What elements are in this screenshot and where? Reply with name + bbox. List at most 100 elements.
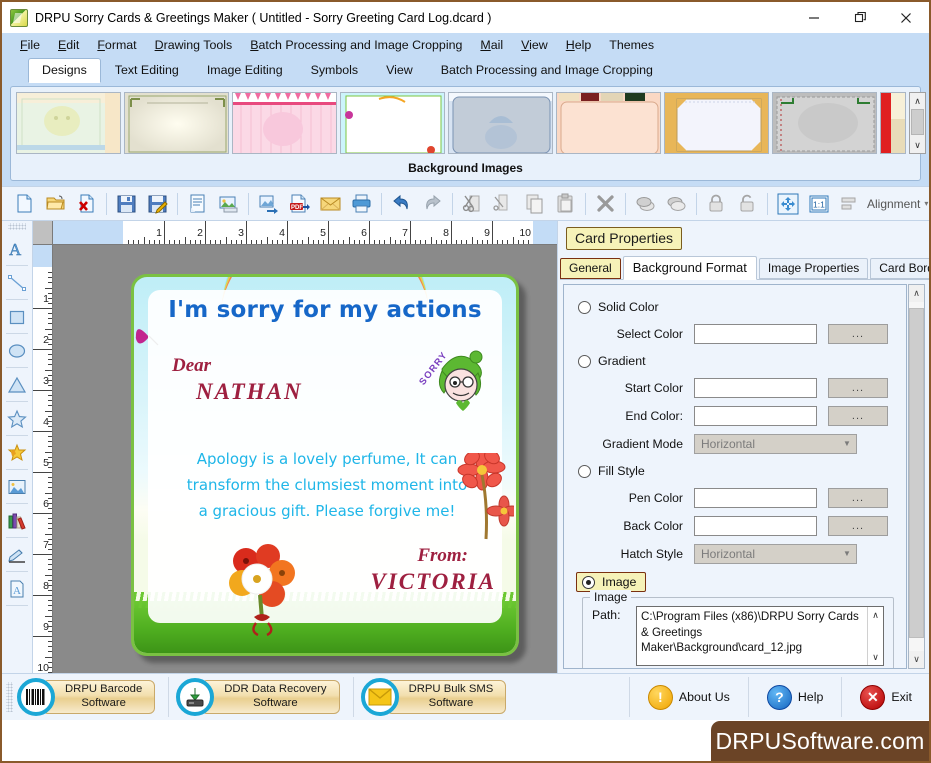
gradient-mode-select[interactable]: Horizontal ▼ xyxy=(694,433,857,454)
path-scroll-down-icon[interactable]: ∨ xyxy=(872,651,879,663)
copy-icon[interactable] xyxy=(519,189,550,219)
solid-color-option-row[interactable]: Solid Color xyxy=(564,295,906,319)
triangle-tool[interactable] xyxy=(4,369,31,400)
new-icon[interactable] xyxy=(9,189,40,219)
menu-view[interactable]: View xyxy=(512,36,557,54)
tab-background-format[interactable]: Background Format xyxy=(622,256,757,280)
properties-scroll-up-icon[interactable]: ∧ xyxy=(909,285,924,302)
save-icon[interactable] xyxy=(111,189,142,219)
solid-color-radio[interactable] xyxy=(578,300,591,314)
export-pdf-icon[interactable]: PDF xyxy=(284,189,315,219)
close-document-icon[interactable] xyxy=(71,189,102,219)
properties-scroll-thumb[interactable] xyxy=(909,308,924,638)
save-as-icon[interactable] xyxy=(142,189,173,219)
gallery-scroll-track[interactable] xyxy=(910,109,925,137)
menu-mail[interactable]: Mail xyxy=(471,36,512,54)
menu-format[interactable]: Format xyxy=(88,36,145,54)
bottom-bar-grip[interactable] xyxy=(6,682,13,712)
promo-drpu-bulk-sms[interactable]: DRPU Bulk SMS Software xyxy=(360,677,507,717)
promo-ddr-plate[interactable]: DDR Data Recovery Software xyxy=(201,680,340,714)
tab-image-editing[interactable]: Image Editing xyxy=(193,58,297,82)
greeting-card[interactable]: I'm sorry for my actions Dear NATHAN SOR… xyxy=(131,274,519,656)
promo-ddr-data-recovery[interactable]: DDR Data Recovery Software xyxy=(176,677,340,717)
properties-scroll-down-icon[interactable]: ∨ xyxy=(909,651,924,668)
properties-scroll-track[interactable] xyxy=(909,302,924,651)
background-thumb-8[interactable] xyxy=(772,92,877,154)
redo-icon[interactable] xyxy=(417,189,448,219)
tab-symbols[interactable]: Symbols xyxy=(297,58,373,82)
watermark-tool[interactable]: A xyxy=(4,573,31,604)
rectangle-tool[interactable] xyxy=(4,301,31,332)
shapes-tool[interactable] xyxy=(4,437,31,468)
ellipse-tool[interactable] xyxy=(4,335,31,366)
fill-style-option-row[interactable]: Fill Style xyxy=(564,459,906,483)
background-thumb-6[interactable] xyxy=(556,92,661,154)
export-card-icon[interactable] xyxy=(253,189,284,219)
gallery-scroll-up-icon[interactable]: ∧ xyxy=(910,93,925,109)
card-dear-label[interactable]: Dear xyxy=(172,355,211,377)
cut-object-icon[interactable] xyxy=(488,189,519,219)
tab-batch-processing[interactable]: Batch Processing and Image Cropping xyxy=(427,58,667,82)
background-thumb-9[interactable] xyxy=(880,92,906,154)
image-radio[interactable] xyxy=(582,575,595,589)
maximize-restore-icon[interactable] xyxy=(837,2,883,33)
pen-color-browse-button[interactable]: ... xyxy=(828,487,888,508)
menu-help[interactable]: Help xyxy=(557,36,601,54)
tool-palette-grip[interactable] xyxy=(8,223,26,230)
menu-edit[interactable]: Edit xyxy=(49,36,88,54)
back-color-input[interactable] xyxy=(694,515,817,536)
tab-designs[interactable]: Designs xyxy=(28,58,101,83)
bring-to-front-icon[interactable] xyxy=(630,189,661,219)
library-tool[interactable] xyxy=(4,505,31,536)
exit-button[interactable]: ✕ Exit xyxy=(849,677,923,717)
undo-icon[interactable] xyxy=(386,189,417,219)
tab-text-editing[interactable]: Text Editing xyxy=(101,58,193,82)
gradient-radio[interactable] xyxy=(578,354,591,368)
tab-card-border[interactable]: Card Border xyxy=(870,258,929,279)
background-thumb-4[interactable] xyxy=(340,92,445,154)
back-color-browse-button[interactable]: ... xyxy=(828,515,888,536)
promo-sms-plate[interactable]: DRPU Bulk SMS Software xyxy=(385,680,507,714)
card-title-text[interactable]: I'm sorry for my actions xyxy=(134,297,516,323)
chevron-down-icon[interactable]: ▾ xyxy=(924,199,928,208)
hatch-style-select[interactable]: Horizontal ▼ xyxy=(694,543,857,564)
help-button[interactable]: ? Help xyxy=(756,677,834,717)
background-thumb-3[interactable] xyxy=(232,92,337,154)
menu-drawing-tools[interactable]: Drawing Tools xyxy=(146,36,242,54)
unlock-icon[interactable] xyxy=(732,189,763,219)
background-thumb-1[interactable] xyxy=(16,92,121,154)
paste-icon[interactable] xyxy=(550,189,581,219)
gallery-scroll-down-icon[interactable]: ∨ xyxy=(910,137,925,153)
image-path-input[interactable]: C:\Program Files (x86)\DRPU Sorry Cards … xyxy=(636,606,884,666)
vertical-ruler[interactable]: 1 2 3 4 5 6 7 8 9 10 xyxy=(33,245,53,673)
export-text-icon[interactable] xyxy=(182,189,213,219)
lock-icon[interactable] xyxy=(701,189,732,219)
image-path-scrollbar[interactable]: ∧ ∨ xyxy=(867,607,883,665)
start-color-input[interactable] xyxy=(694,377,817,398)
card-from-label[interactable]: From: xyxy=(417,545,468,567)
gallery-scroll-thumb[interactable] xyxy=(911,109,924,135)
chevron-down-icon[interactable]: ▼ xyxy=(838,439,856,448)
open-icon[interactable] xyxy=(40,189,71,219)
tab-image-properties[interactable]: Image Properties xyxy=(758,258,869,279)
card-sender-name[interactable]: VICTORIA xyxy=(370,569,496,595)
minimize-button[interactable] xyxy=(791,2,837,33)
picture-tool[interactable] xyxy=(4,471,31,502)
actual-size-icon[interactable]: 1:1 xyxy=(803,189,834,219)
delete-icon[interactable] xyxy=(590,189,621,219)
send-to-back-icon[interactable] xyxy=(661,189,692,219)
promo-drpu-barcode[interactable]: DRPU Barcode Software xyxy=(17,677,156,717)
background-thumb-7[interactable] xyxy=(664,92,769,154)
tab-view[interactable]: View xyxy=(372,58,427,82)
pen-color-input[interactable] xyxy=(694,487,817,508)
alignment-icon[interactable] xyxy=(834,189,865,219)
alignment-label[interactable]: Alignment xyxy=(867,197,920,211)
background-thumb-2[interactable] xyxy=(124,92,229,154)
signature-tool[interactable] xyxy=(4,539,31,570)
text-tool[interactable]: A xyxy=(4,233,31,264)
line-tool[interactable] xyxy=(4,267,31,298)
card-recipient-name[interactable]: NATHAN xyxy=(196,379,303,405)
card-message-text[interactable]: Apology is a lovely perfume, It can tran… xyxy=(152,447,502,524)
print-icon[interactable] xyxy=(346,189,377,219)
email-icon[interactable] xyxy=(315,189,346,219)
